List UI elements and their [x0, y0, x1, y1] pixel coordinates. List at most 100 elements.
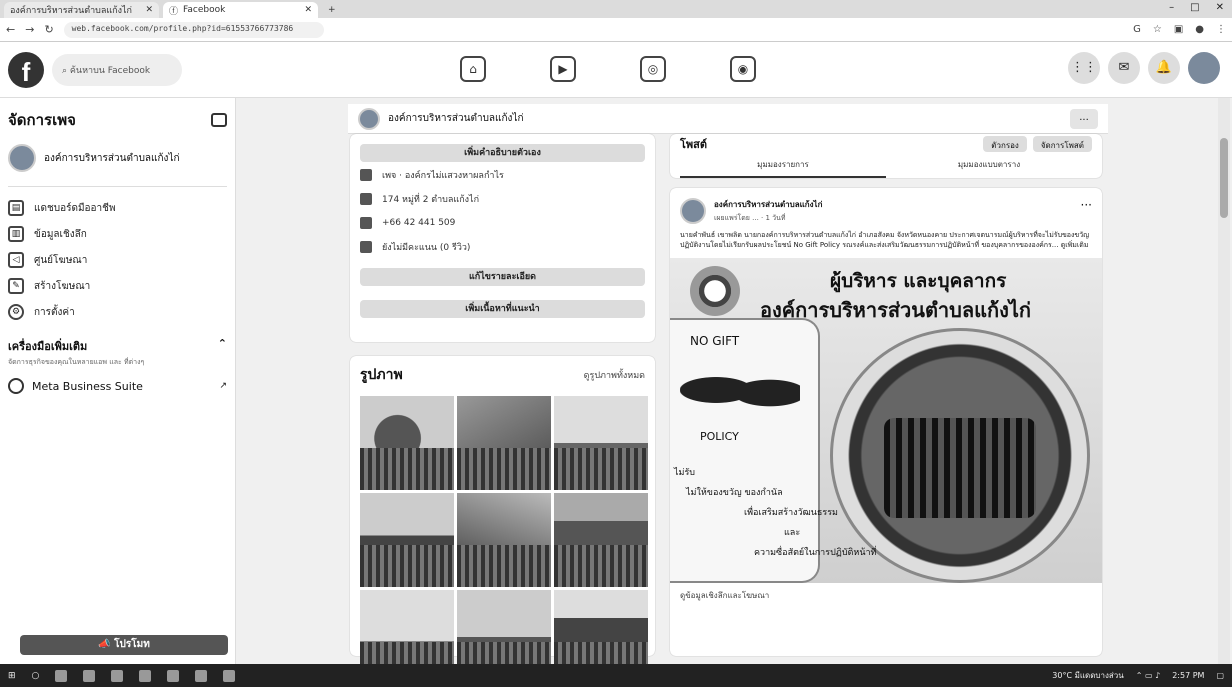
more-tools-title: เครื่องมือเพิ่มเติม	[8, 340, 88, 353]
slogan-line: ความซื่อสัตย์ในการปฏิบัติหน้าที่	[754, 548, 877, 558]
info-text: 174 หมู่ที่ 2 ตำบลแก้งไก่	[382, 195, 480, 205]
task-view-icon[interactable]	[55, 669, 68, 682]
messenger-icon[interactable]: ✉	[1108, 52, 1140, 84]
edge-icon[interactable]	[83, 669, 96, 682]
browser-tab-2[interactable]: ⓕ Facebook ✕	[163, 2, 318, 18]
sidebar-item-label: ศูนย์โฆษณา	[34, 254, 88, 266]
add-featured-button[interactable]: เพิ่มเนื้อหาที่แนะนำ	[360, 300, 645, 318]
notification-icon[interactable]: ▢	[1216, 671, 1224, 680]
sidebar-item-insights[interactable]: ▥ ข้อมูลเชิงลึก	[8, 221, 227, 247]
page-avatar	[8, 144, 36, 172]
sidebar-item-label: การตั้งค่า	[34, 306, 75, 318]
photo-thumbnail[interactable]	[360, 396, 454, 490]
photos-header: รูปภาพ ดูรูปภาพทั้งหมด	[360, 364, 645, 386]
sidebar-item-settings[interactable]: ⚙ การตั้งค่า	[8, 299, 227, 325]
post-options-icon[interactable]: ···	[1081, 198, 1092, 212]
windows-start-icon[interactable]: ⊞	[8, 671, 16, 681]
ad-center-icon: ◁	[8, 252, 24, 268]
windows-taskbar: ⊞ ○ 30°C มีแดดบางส่วน ⌃ ▭ ♪ 2:57 PM ▢	[0, 664, 1232, 687]
clock[interactable]: 2:57 PM	[1172, 671, 1204, 680]
apps-menu-icon[interactable]: ⋮⋮	[1068, 52, 1100, 84]
sidebar-item-create-ad[interactable]: ✎ สร้างโฆษณา	[8, 273, 227, 299]
close-icon[interactable]: ✕	[145, 5, 153, 15]
account-avatar[interactable]	[1188, 52, 1220, 84]
page-name[interactable]: องค์การบริหารส่วนตำบลแก้งไก่	[388, 111, 524, 126]
close-icon[interactable]: ✕	[304, 5, 312, 15]
notifications-icon[interactable]: 🔔	[1148, 52, 1180, 84]
video-icon[interactable]: ▶	[550, 56, 576, 82]
close-window-icon[interactable]: ✕	[1216, 2, 1224, 13]
meta-business-suite-link[interactable]: Meta Business Suite ↗	[8, 378, 227, 394]
promote-label: โปรโมท	[114, 639, 150, 650]
profile-icon[interactable]: ●	[1195, 24, 1204, 35]
home-icon[interactable]: ⌂	[460, 56, 486, 82]
weather-widget[interactable]: 30°C มีแดดบางส่วน	[1052, 669, 1123, 682]
promote-button[interactable]: 📣 โปรโมท	[20, 635, 228, 655]
sidebar-toggle-icon[interactable]	[211, 113, 227, 127]
slogan-line: เพื่อเสริมสร้างวัฒนธรรม	[744, 508, 838, 518]
tray-icons[interactable]: ⌃ ▭ ♪	[1136, 671, 1160, 680]
url-field[interactable]: web.facebook.com/profile.php?id=61553766…	[63, 21, 324, 38]
see-all-photos-link[interactable]: ดูรูปภาพทั้งหมด	[584, 368, 645, 382]
megaphone-icon: 📣	[98, 639, 115, 650]
address-bar: ← → ↻ web.facebook.com/profile.php?id=61…	[0, 18, 1232, 42]
more-tools-header[interactable]: เครื่องมือเพิ่มเติม ⌃	[8, 337, 227, 355]
post-author[interactable]: องค์การบริหารส่วนตำบลแก้งไก่	[714, 198, 822, 211]
page-avatar[interactable]	[680, 198, 706, 224]
sidebar-item-label: แดชบอร์ดมืออาชีพ	[34, 202, 116, 214]
edit-details-button[interactable]: แก้ไขรายละเอียด	[360, 268, 645, 286]
search-input[interactable]: ⌕ ค้นหาบน Facebook	[52, 54, 182, 86]
add-bio-button[interactable]: เพิ่มคำอธิบายตัวเอง	[360, 144, 645, 162]
facebook-logo[interactable]: f	[8, 52, 44, 88]
sidebar-item-dashboard[interactable]: ▤ แดชบอร์ดมืออาชีพ	[8, 195, 227, 221]
filters-button[interactable]: ตัวกรอง	[983, 136, 1027, 152]
mail-icon[interactable]	[167, 669, 180, 682]
posts-label: โพสต์	[680, 138, 708, 151]
new-tab-button[interactable]: +	[322, 2, 340, 18]
location-icon	[360, 193, 372, 205]
back-icon[interactable]: ←	[6, 23, 15, 36]
post-image[interactable]: ผู้บริหาร และบุคลากร องค์การบริหารส่วนตำ…	[670, 258, 1102, 583]
meta-business-suite-label: Meta Business Suite	[32, 379, 143, 393]
post-footer[interactable]: ดูข้อมูลเชิงลึกและโฆษณา	[670, 583, 1102, 608]
forward-icon[interactable]: →	[25, 23, 34, 36]
photo-thumbnail[interactable]	[457, 493, 551, 587]
minimize-icon[interactable]: –	[1169, 2, 1174, 13]
sidebar-item-label: สร้างโฆษณา	[34, 280, 91, 292]
file-explorer-icon[interactable]	[111, 669, 124, 682]
tab-grid-view[interactable]: มุมมองแบบตาราง	[886, 154, 1092, 178]
sidebar-item-ad-center[interactable]: ◁ ศูนย์โฆษณา	[8, 247, 227, 273]
photo-thumbnail[interactable]	[554, 396, 648, 490]
chrome-icon[interactable]	[195, 669, 208, 682]
marketplace-icon[interactable]: ◎	[640, 56, 666, 82]
tab-list-view[interactable]: มุมมองรายการ	[680, 154, 886, 178]
menu-icon[interactable]: ⋮	[1216, 24, 1226, 35]
posts-toolbar: โพสต์ ตัวกรอง จัดการโพสต์ มุมมองรายการ ม…	[670, 134, 1102, 178]
word-icon[interactable]	[223, 669, 236, 682]
photo-grid	[360, 396, 648, 684]
scrollbar-thumb[interactable]	[1220, 138, 1228, 218]
no-gift-text: NO GIFT	[690, 334, 740, 348]
slogan-line: ไม่ให้ของขวัญ ของกำนัล	[686, 488, 783, 498]
translate-icon[interactable]: G	[1133, 24, 1141, 35]
page-avatar	[358, 107, 380, 130]
sidebar-page-switcher[interactable]: องค์การบริหารส่วนตำบลแก้งไก่	[8, 144, 227, 172]
extensions-icon[interactable]: ▣	[1174, 24, 1183, 35]
info-row-address: 174 หมู่ที่ 2 ตำบลแก้งไก่	[360, 188, 645, 210]
store-icon[interactable]	[139, 669, 152, 682]
browser-tab-1[interactable]: องค์การบริหารส่วนตำบลแก้งไก่ ✕	[4, 2, 159, 18]
manage-posts-button[interactable]: จัดการโพสต์	[1032, 136, 1092, 152]
search-icon[interactable]: ○	[32, 671, 40, 681]
posts-toolbar-top: โพสต์ ตัวกรอง จัดการโพสต์	[680, 134, 1092, 154]
photo-thumbnail[interactable]	[360, 493, 454, 587]
reload-icon[interactable]: ↻	[44, 23, 53, 36]
post-header: องค์การบริหารส่วนตำบลแก้งไก่ เผยแพร่โดย …	[670, 188, 1102, 228]
photo-thumbnail[interactable]	[554, 493, 648, 587]
page-header-strip: องค์การบริหารส่วนตำบลแก้งไก่ ...	[348, 104, 1108, 134]
maximize-icon[interactable]: □	[1190, 2, 1199, 13]
star-icon[interactable]: ☆	[1153, 24, 1162, 35]
gaming-icon[interactable]: ◉	[730, 56, 756, 82]
photo-thumbnail[interactable]	[457, 396, 551, 490]
more-options-button[interactable]: ...	[1070, 108, 1098, 129]
page-scrollbar[interactable]	[1218, 98, 1230, 664]
